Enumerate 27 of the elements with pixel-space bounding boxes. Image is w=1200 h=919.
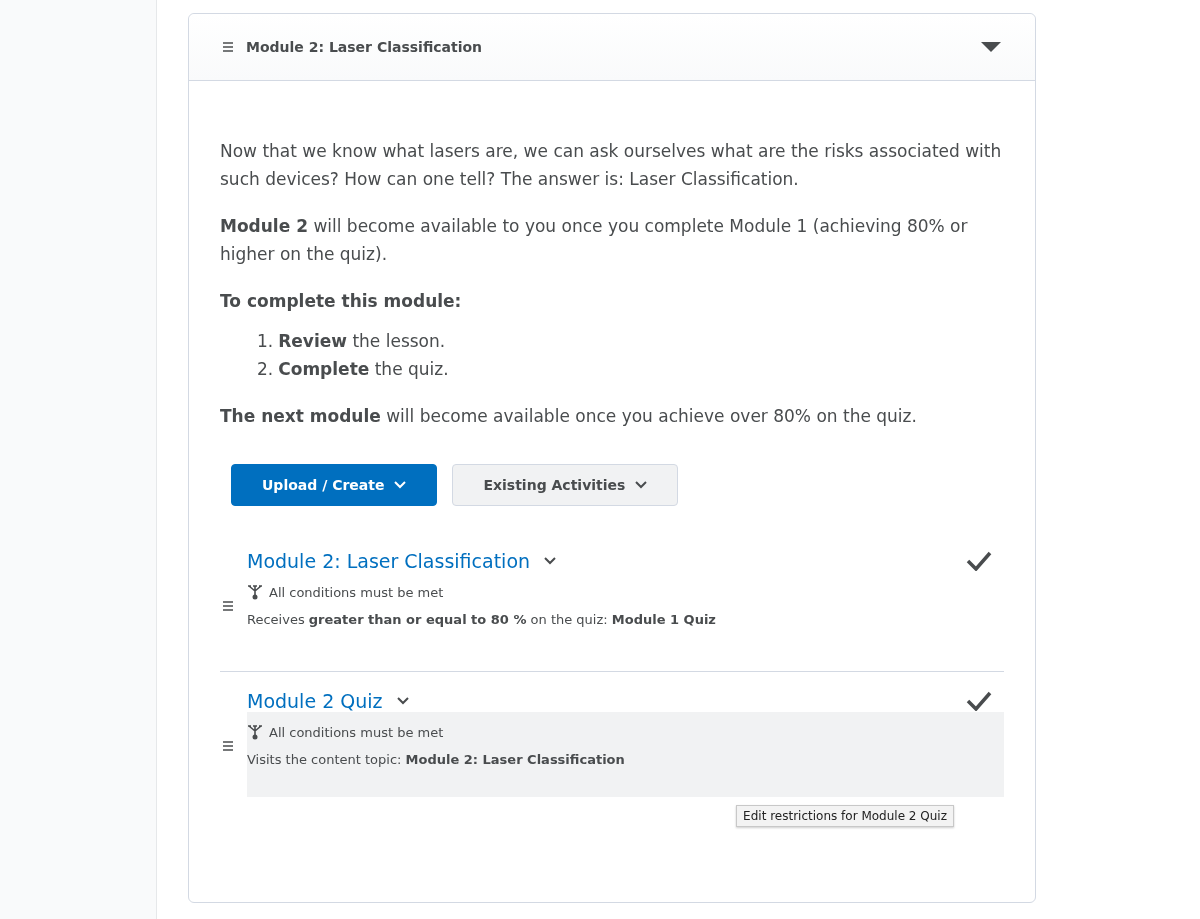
chevron-down-icon[interactable] bbox=[635, 481, 648, 489]
chevron-down-icon[interactable] bbox=[544, 557, 557, 565]
drag-handle-icon[interactable] bbox=[222, 41, 234, 53]
collapse-triangle-icon[interactable] bbox=[981, 41, 1001, 53]
drag-handle-icon[interactable] bbox=[222, 740, 234, 752]
chevron-down-icon[interactable] bbox=[396, 697, 409, 705]
condition-heading: All conditions must be met bbox=[269, 724, 444, 740]
description-paragraph: Now that we know what lasers are, we can ask ourselves what are the risks associated with such devices? How can one tell? The answer is: Laser Classification. bbox=[220, 140, 1003, 191]
item-title-link[interactable]: Module 2 Quiz bbox=[247, 690, 383, 712]
tooltip: Edit restrictions for Module 2 Quiz bbox=[736, 805, 954, 827]
description-paragraph: Module 2 will become available to you once you complete Module 1 (achieving 80% or higher on the quiz). bbox=[220, 215, 969, 266]
condition-text: Visits the content topic: Module 2: Laser Classification bbox=[247, 752, 626, 767]
step-text: Review the lesson. bbox=[278, 330, 446, 353]
step-number: 1. bbox=[257, 330, 274, 353]
closing-paragraph: The next module will become available once you achieve over 80% on the quiz. bbox=[220, 405, 918, 428]
description-paragraph: To complete this module: bbox=[220, 290, 463, 313]
upload-create-button[interactable]: Upload / Create bbox=[231, 464, 438, 506]
existing-activities-button[interactable]: Existing Activities bbox=[452, 464, 679, 506]
drag-handle-icon[interactable] bbox=[222, 600, 234, 612]
condition-text: Receives greater than or equal to 80 % on the quiz: Module 1 Quiz bbox=[247, 612, 717, 627]
step-number: 2. bbox=[257, 358, 274, 381]
item-title-link[interactable]: Module 2: Laser Classification bbox=[247, 550, 531, 572]
module-title: Module 2: Laser Classification bbox=[246, 39, 484, 55]
branch-icon bbox=[247, 584, 263, 600]
step-text: Complete the quiz. bbox=[278, 358, 449, 381]
condition-heading: All conditions must be met bbox=[269, 584, 444, 600]
branch-icon bbox=[247, 724, 263, 740]
